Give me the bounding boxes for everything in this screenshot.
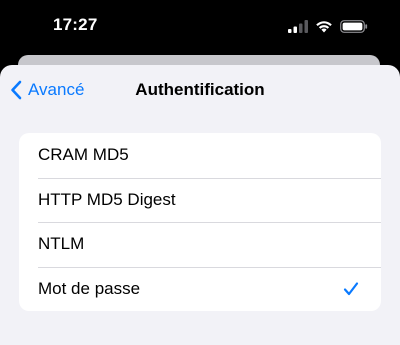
option-label: CRAM MD5 bbox=[38, 145, 129, 165]
status-icons bbox=[288, 18, 368, 34]
page-title: Authentification bbox=[135, 80, 265, 99]
navigation-bar: Avancé Authentification bbox=[0, 65, 400, 115]
option-label: HTTP MD5 Digest bbox=[38, 189, 176, 209]
cellular-signal-icon bbox=[288, 19, 308, 33]
checkmark-icon bbox=[343, 281, 359, 297]
authentication-sheet: Avancé Authentification CRAM MD5 HTTP MD… bbox=[0, 65, 400, 345]
status-bar: 17:27 bbox=[0, 0, 400, 54]
option-ntlm[interactable]: NTLM bbox=[19, 222, 381, 267]
option-http-md5-digest[interactable]: HTTP MD5 Digest bbox=[19, 177, 381, 223]
option-label: Mot de passe bbox=[38, 278, 141, 298]
battery-icon bbox=[340, 19, 368, 33]
wifi-icon bbox=[315, 20, 333, 33]
option-cram-md5[interactable]: CRAM MD5 bbox=[19, 133, 381, 178]
option-password[interactable]: Mot de passe bbox=[19, 266, 381, 312]
authentication-options-list: CRAM MD5 HTTP MD5 Digest NTLM Mot de pas… bbox=[19, 133, 381, 311]
status-time: 17:27 bbox=[53, 15, 98, 34]
option-label: NTLM bbox=[38, 234, 85, 254]
